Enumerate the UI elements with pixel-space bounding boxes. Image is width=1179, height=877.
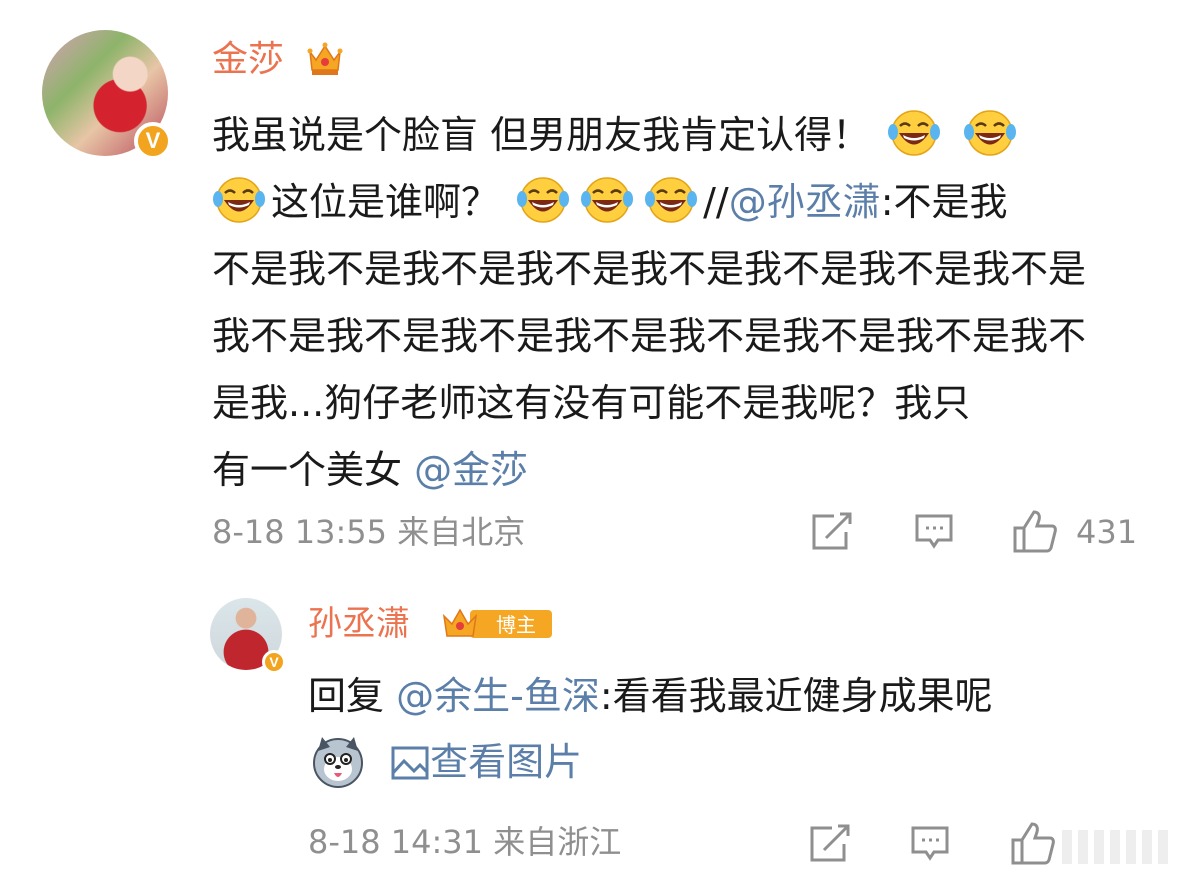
comment-time: 8-18 13:55 bbox=[212, 513, 388, 551]
mention-link[interactable]: @孙丞潇 bbox=[729, 180, 881, 224]
mention-link[interactable]: @金莎 bbox=[414, 448, 528, 492]
watermark bbox=[1062, 830, 1172, 864]
laugh-cry-emoji bbox=[212, 175, 266, 225]
reply-prefix: 回复 bbox=[308, 674, 385, 718]
repost-separator: // bbox=[703, 180, 729, 224]
comment-line-4: 我不是我不是我不是我不是我不是我不是我不是我不 bbox=[212, 314, 1087, 358]
laugh-cry-emoji bbox=[963, 108, 1017, 158]
comment-line-2: 这位是谁啊？ //@孙丞潇:不是我 bbox=[212, 169, 1112, 236]
comment-icon[interactable] bbox=[914, 512, 954, 552]
laugh-cry-emoji bbox=[644, 175, 698, 225]
comment-meta: 8-18 13:55 来自北京 bbox=[212, 512, 525, 552]
comment-line-3: 不是我不是我不是我不是我不是我不是我不是我不是 bbox=[212, 247, 1087, 291]
comment-text: 我虽说是个脸盲 但男朋友我肯定认得！ bbox=[212, 113, 871, 157]
avatar-reply-author[interactable]: V bbox=[210, 598, 286, 674]
comment-line-5: 是我...狗仔老师这有没有可能不是我呢？我只 bbox=[212, 381, 971, 425]
laugh-cry-emoji bbox=[887, 108, 941, 158]
laugh-cry-emoji bbox=[516, 175, 570, 225]
verified-icon: V bbox=[134, 122, 172, 160]
comment-text: 有一个美女 bbox=[212, 448, 415, 492]
thumbs-up-icon[interactable] bbox=[1012, 508, 1058, 554]
comment-body: 我虽说是个脸盲 但男朋友我肯定认得！ 这位是谁啊？ //@孙丞潇:不是我 不是我… bbox=[212, 102, 1112, 504]
reply-attachment: 查看图片 bbox=[308, 730, 582, 794]
verified-icon: V bbox=[262, 650, 286, 674]
comment-icon[interactable] bbox=[910, 824, 950, 864]
crown-icon bbox=[307, 42, 343, 75]
like-count: 431 bbox=[1076, 513, 1138, 551]
reply-body: 回复 @余生-鱼深:看看我最近健身成果呢 bbox=[308, 664, 993, 728]
weibo-comment-page: V 金莎 我虽说是个脸盲 但男朋友我肯定认得！ 这位是谁啊？ //@孙丞潇:不是… bbox=[0, 0, 1179, 877]
blogger-badge-label: 博主 bbox=[496, 613, 536, 637]
reply-source: 来自浙江 bbox=[493, 823, 622, 861]
comment-line-1: 我虽说是个脸盲 但男朋友我肯定认得！ bbox=[212, 102, 1112, 169]
avatar-jinsha[interactable]: V bbox=[42, 30, 172, 160]
image-icon[interactable] bbox=[390, 745, 430, 781]
reply-time: 8-18 14:31 bbox=[308, 823, 484, 861]
reply-text: :看看我最近健身成果呢 bbox=[599, 674, 993, 718]
reply-meta: 8-18 14:31 来自浙江 bbox=[308, 822, 621, 862]
comment-line-6: 有一个美女 @金莎 bbox=[212, 437, 1112, 504]
laugh-cry-emoji bbox=[580, 175, 634, 225]
comment-text: 这位是谁啊？ bbox=[271, 180, 500, 224]
comment-source: 来自北京 bbox=[397, 513, 526, 551]
mention-link[interactable]: @余生-鱼深 bbox=[396, 674, 600, 718]
repost-text: :不是我 bbox=[880, 180, 1008, 224]
share-icon[interactable] bbox=[808, 824, 852, 864]
view-image-link[interactable]: 查看图片 bbox=[430, 740, 582, 784]
share-icon[interactable] bbox=[810, 512, 854, 552]
comment-author-name[interactable]: 金莎 bbox=[212, 38, 284, 82]
thumbs-up-icon[interactable] bbox=[1010, 820, 1056, 866]
blogger-badge: 博主 bbox=[442, 608, 552, 638]
reply-author-name[interactable]: 孙丞潇 bbox=[308, 602, 410, 646]
husky-emoji bbox=[313, 737, 363, 788]
